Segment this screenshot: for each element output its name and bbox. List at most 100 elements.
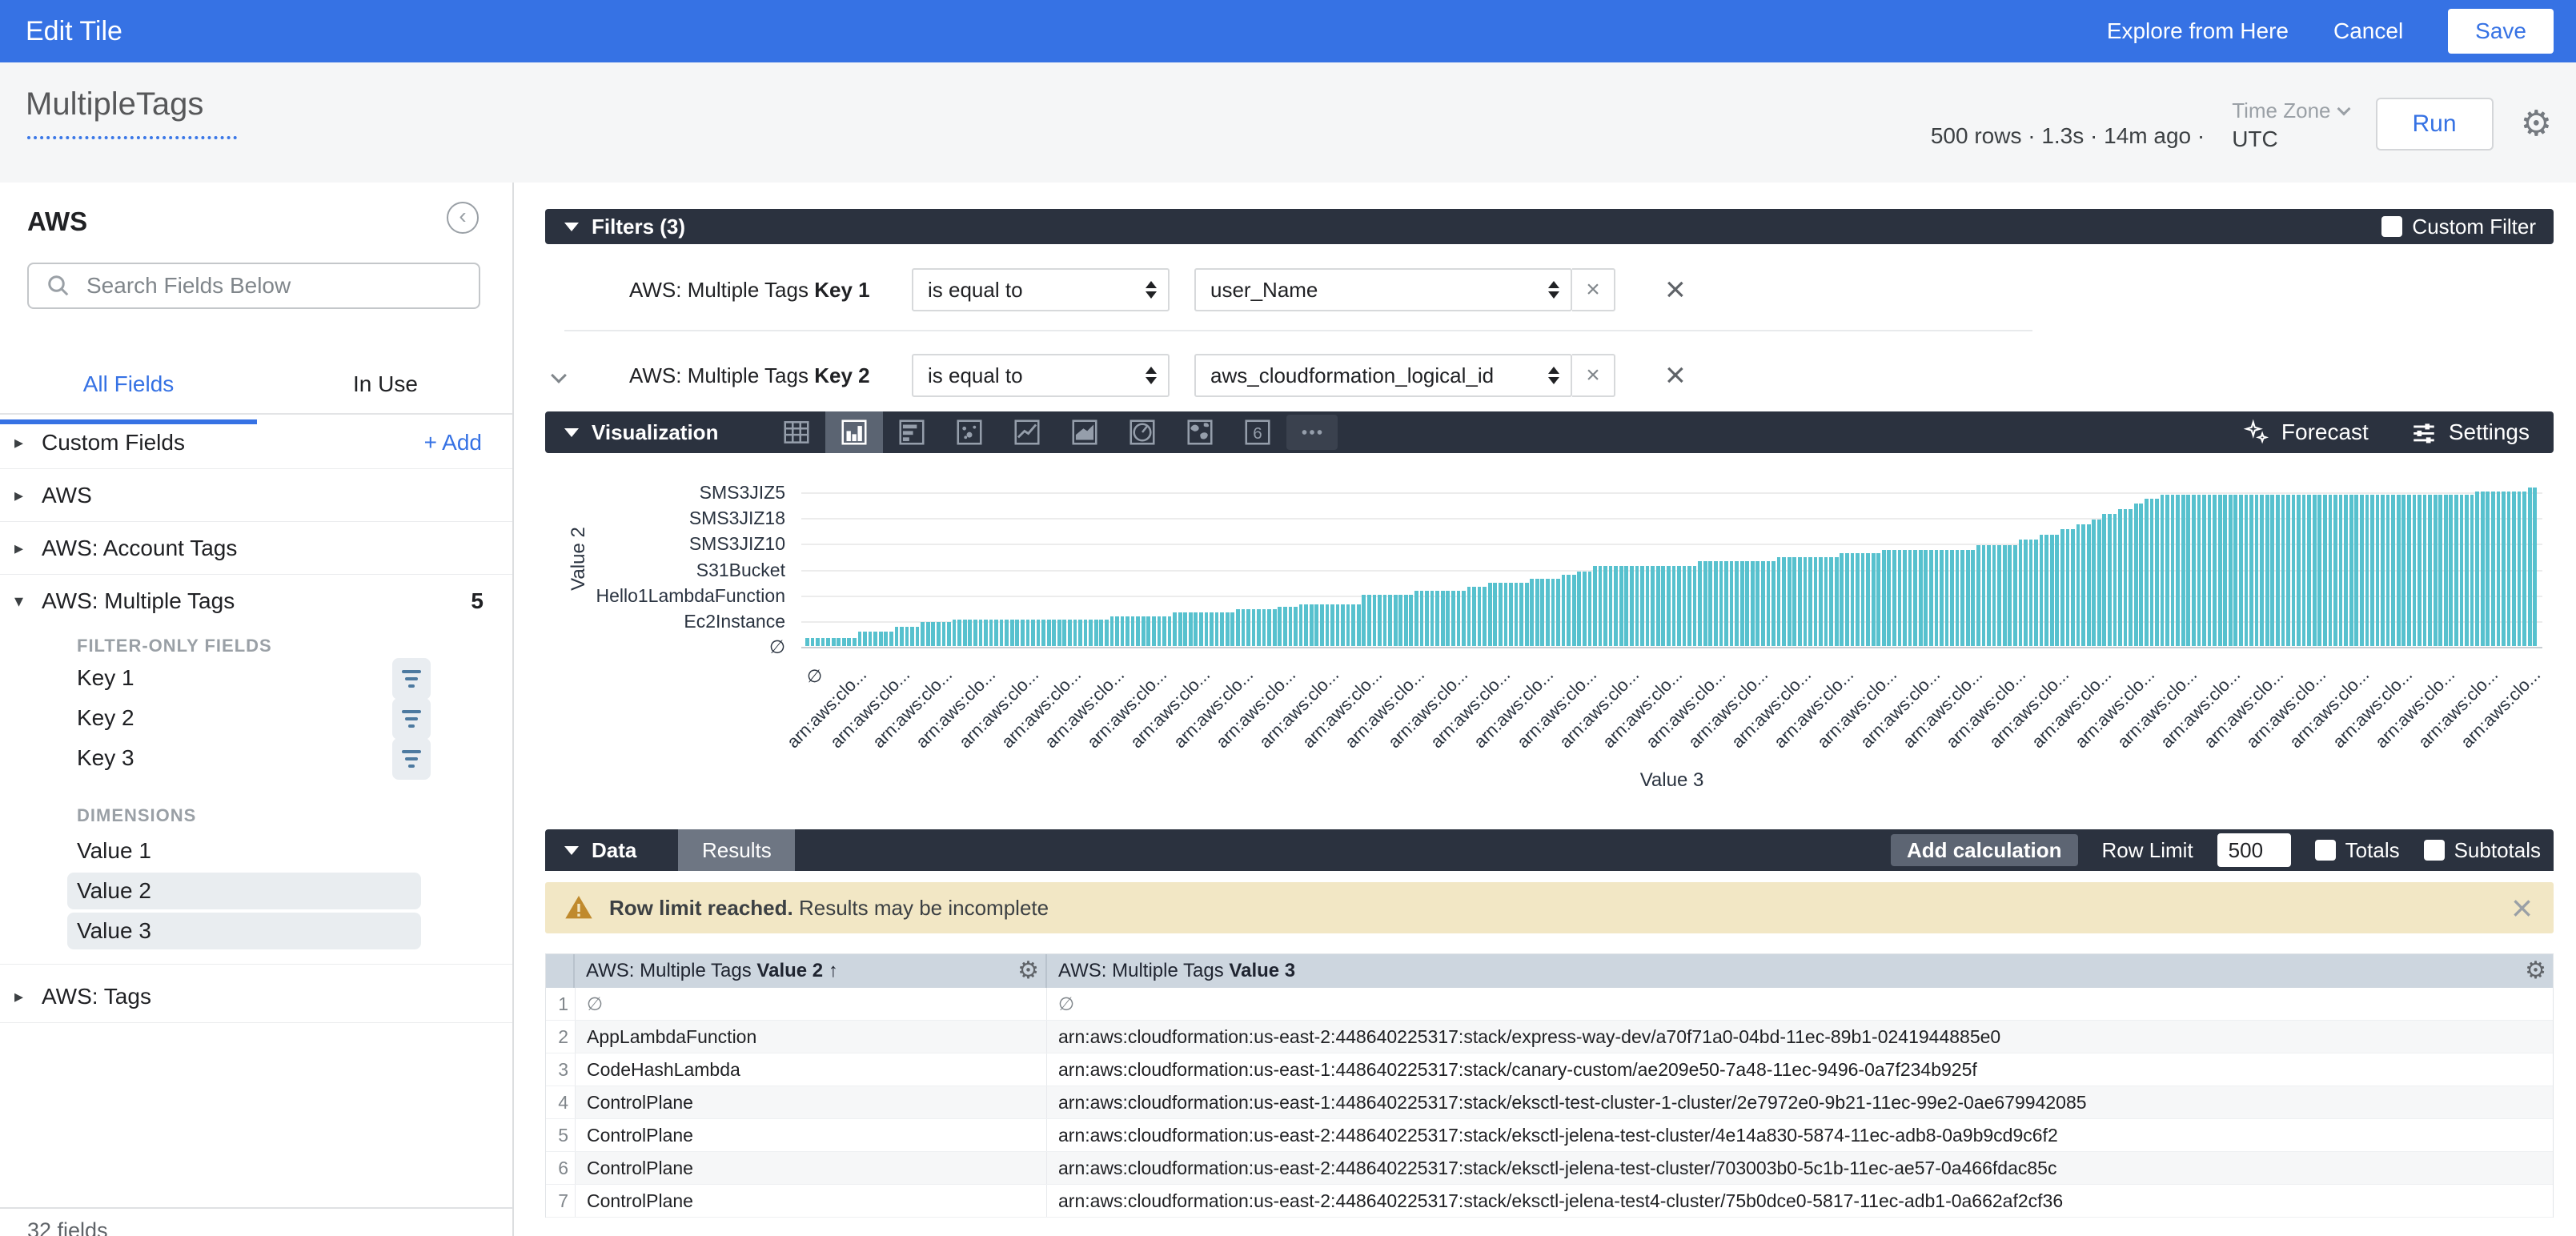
chart-bar[interactable] xyxy=(1398,595,1402,646)
chart-bar[interactable] xyxy=(1777,557,1781,646)
chart-bar[interactable] xyxy=(1462,591,1466,646)
filter-operator-select[interactable]: is equal to xyxy=(912,354,1170,397)
chart-bar[interactable] xyxy=(1178,612,1182,647)
chart-bar[interactable] xyxy=(2360,495,2364,646)
chart-bar[interactable] xyxy=(1226,612,1230,647)
chart-bar[interactable] xyxy=(1708,561,1712,646)
chart-bar[interactable] xyxy=(2502,492,2506,646)
chart-bar[interactable] xyxy=(2108,514,2112,646)
query-title[interactable]: MultipleTags xyxy=(26,86,203,122)
chart-bar[interactable] xyxy=(1735,561,1739,646)
chart-bar[interactable] xyxy=(2165,495,2169,646)
chart-bar[interactable] xyxy=(1976,545,1980,646)
chart-bar[interactable] xyxy=(1230,612,1234,647)
table-icon[interactable] xyxy=(768,411,825,453)
cell-value2[interactable]: ControlPlane xyxy=(575,1152,1047,1184)
forecast-button[interactable]: Forecast xyxy=(2243,419,2369,446)
gear-icon[interactable]: ⚙ xyxy=(2521,106,2552,142)
chart-bar[interactable] xyxy=(842,638,846,646)
chart-bar[interactable] xyxy=(1000,620,1004,646)
chart-bar[interactable] xyxy=(2202,495,2206,646)
chart-bar[interactable] xyxy=(2019,540,2023,646)
chart-bar[interactable] xyxy=(2013,545,2017,646)
remove-filter-button[interactable]: × xyxy=(1665,272,1686,307)
chart-bar[interactable] xyxy=(2512,492,2516,646)
chart-bar[interactable] xyxy=(1982,545,1986,646)
chart-bar[interactable] xyxy=(916,627,920,646)
chart-bar[interactable] xyxy=(863,632,867,646)
chart-bar[interactable] xyxy=(1021,620,1025,646)
chart-bar[interactable] xyxy=(1540,579,1544,646)
chart-bar[interactable] xyxy=(1430,591,1434,646)
chart-bar[interactable] xyxy=(957,620,961,646)
chart-bar[interactable] xyxy=(1383,595,1387,646)
chart-bar[interactable] xyxy=(1073,620,1077,646)
chart-bar[interactable] xyxy=(2454,495,2458,646)
cell-value2[interactable]: ∅ xyxy=(575,988,1047,1020)
chart-bar[interactable] xyxy=(1409,595,1413,646)
chart-bar[interactable] xyxy=(858,632,862,646)
chart-bar[interactable] xyxy=(937,622,941,646)
gear-icon[interactable]: ⚙ xyxy=(1017,959,1039,983)
chart-bar[interactable] xyxy=(2076,524,2080,646)
chart-bar[interactable] xyxy=(1945,550,1949,646)
chart-bar[interactable] xyxy=(847,638,851,646)
chart-bar[interactable] xyxy=(2428,495,2432,646)
add-custom-field-button[interactable]: + Add xyxy=(424,430,482,455)
chart-bar[interactable] xyxy=(1572,575,1576,646)
chart-bar[interactable] xyxy=(1614,566,1618,646)
chart-bar[interactable] xyxy=(1446,591,1450,646)
chart-bar[interactable] xyxy=(1420,591,1424,646)
chart-bar[interactable] xyxy=(2118,509,2122,646)
chart-bar[interactable] xyxy=(1194,612,1198,647)
sidebar-item-aws-multiple-tags[interactable]: ▾ AWS: Multiple Tags 5 xyxy=(0,575,514,628)
chart-bar[interactable] xyxy=(1099,620,1103,646)
chart-bar[interactable] xyxy=(2161,495,2165,646)
chart-bar[interactable] xyxy=(1672,566,1676,646)
sidebar-field-value-3[interactable]: Value 3 xyxy=(67,913,421,949)
sidebar-field-value-2[interactable]: Value 2 xyxy=(67,873,421,909)
chart-bar[interactable] xyxy=(2071,529,2075,646)
row-limit-input[interactable] xyxy=(2217,833,2291,867)
chart-bar[interactable] xyxy=(1493,583,1497,646)
chart-bar[interactable] xyxy=(853,638,857,646)
chart-bar[interactable] xyxy=(1068,620,1072,646)
chart-bar[interactable] xyxy=(1562,575,1566,646)
chart-bar[interactable] xyxy=(805,638,809,646)
chart-bar[interactable] xyxy=(1084,620,1088,646)
chart-bar[interactable] xyxy=(1924,550,1928,646)
chart-bar[interactable] xyxy=(1703,561,1707,646)
visualization-section-header[interactable]: Visualization 6 Forecast Settings xyxy=(545,411,2554,453)
chart-bar[interactable] xyxy=(1530,579,1534,646)
chart-bar[interactable] xyxy=(1593,566,1597,646)
chart-bar[interactable] xyxy=(1683,566,1687,646)
chart-bar[interactable] xyxy=(1078,620,1082,646)
cell-value3[interactable]: arn:aws:cloudformation:us-east-1:4486402… xyxy=(1047,1086,2553,1118)
chart-bar[interactable] xyxy=(2491,492,2495,646)
chart-bar[interactable] xyxy=(1767,561,1771,646)
chart-bar[interactable] xyxy=(2102,514,2106,646)
chart-bar[interactable] xyxy=(1236,609,1240,646)
chart-bar[interactable] xyxy=(1971,550,1975,646)
chart-bar[interactable] xyxy=(1935,550,1939,646)
cell-value3[interactable]: ∅ xyxy=(1047,988,2553,1020)
chart-bar[interactable] xyxy=(1351,604,1355,646)
chart-bar[interactable] xyxy=(1162,616,1166,646)
chart-bar[interactable] xyxy=(1441,591,1445,646)
cell-value3[interactable]: arn:aws:cloudformation:us-east-2:4486402… xyxy=(1047,1021,2553,1053)
chart-bar[interactable] xyxy=(1451,591,1455,646)
chart-bar[interactable] xyxy=(1609,566,1613,646)
chart-bar[interactable] xyxy=(1414,591,1418,646)
sidebar-field-key-3[interactable]: Key 3 xyxy=(67,740,421,777)
chart-bar[interactable] xyxy=(1336,604,1340,646)
chart-bar[interactable] xyxy=(2286,495,2290,646)
chart-bar[interactable] xyxy=(1136,616,1140,646)
chart-bar[interactable] xyxy=(1755,561,1759,646)
chart-bar[interactable] xyxy=(1257,609,1261,646)
chart-bar[interactable] xyxy=(1483,587,1487,646)
chart-bar[interactable] xyxy=(2302,495,2306,646)
chart-bar[interactable] xyxy=(1330,604,1334,646)
chart-bar[interactable] xyxy=(2507,492,2511,646)
chart-bar[interactable] xyxy=(1840,553,1844,646)
cell-value3[interactable]: arn:aws:cloudformation:us-east-2:4486402… xyxy=(1047,1119,2553,1151)
